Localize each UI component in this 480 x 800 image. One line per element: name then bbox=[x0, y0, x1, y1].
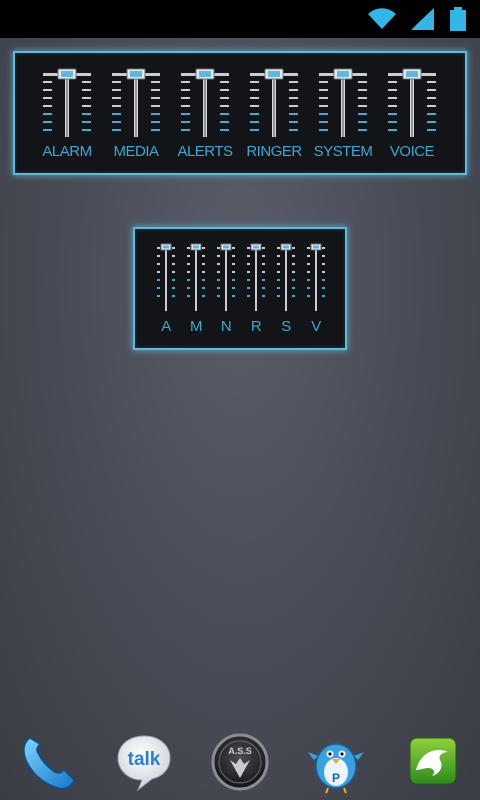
dolphin-browser-icon[interactable] bbox=[400, 730, 464, 794]
mini-slider-track[interactable] bbox=[181, 229, 211, 315]
slider-track[interactable] bbox=[311, 53, 375, 143]
wifi-icon bbox=[368, 8, 396, 30]
slider-voice[interactable]: VOICE bbox=[380, 53, 444, 173]
mini-slider-label-a: A bbox=[161, 318, 171, 335]
slider-system[interactable]: SYSTEM bbox=[311, 53, 375, 173]
mini-slider-r[interactable]: R bbox=[241, 229, 271, 348]
mini-slider-label-m: M bbox=[190, 318, 203, 335]
slider-track[interactable] bbox=[380, 53, 444, 143]
slider-label-alerts: ALERTS bbox=[177, 143, 233, 160]
bird-icon-text: P bbox=[332, 771, 340, 785]
mini-slider-label-s: S bbox=[281, 318, 291, 335]
slider-track[interactable] bbox=[104, 53, 168, 143]
mini-slider-m[interactable]: M bbox=[181, 229, 211, 348]
dock-app-phone[interactable] bbox=[16, 730, 80, 794]
mini-slider-s[interactable]: S bbox=[271, 229, 301, 348]
slider-label-alarm: ALARM bbox=[42, 143, 92, 160]
mini-slider-track[interactable] bbox=[211, 229, 241, 315]
slider-label-media: MEDIA bbox=[113, 143, 159, 160]
mini-slider-track[interactable] bbox=[271, 229, 301, 315]
talk-icon-text: talk bbox=[128, 749, 161, 770]
mini-slider-n[interactable]: N bbox=[211, 229, 241, 348]
phone-icon[interactable] bbox=[16, 730, 80, 794]
slider-label-system: SYSTEM bbox=[313, 143, 373, 160]
badge-icon-text: A.S.S bbox=[228, 746, 252, 756]
dock-app-bird[interactable]: P bbox=[304, 730, 368, 794]
slider-alarm[interactable]: ALARM bbox=[35, 53, 99, 173]
mini-slider-track[interactable] bbox=[151, 229, 181, 315]
volume-widget-large[interactable]: ALARM MEDIA ALERTS RINGER SYSTEM VOICE bbox=[13, 51, 467, 175]
slider-ringer[interactable]: RINGER bbox=[242, 53, 306, 173]
battery-icon bbox=[450, 7, 466, 31]
mini-slider-label-n: N bbox=[220, 318, 232, 335]
slider-label-voice: VOICE bbox=[389, 143, 435, 160]
bird-p-icon[interactable]: P bbox=[304, 730, 368, 794]
dock: talk A.S.S P bbox=[0, 720, 480, 800]
mini-slider-label-r: R bbox=[250, 318, 262, 335]
mini-slider-v[interactable]: V bbox=[301, 229, 331, 348]
status-bar bbox=[0, 0, 480, 38]
mini-slider-a[interactable]: A bbox=[151, 229, 181, 348]
slider-label-ringer: RINGER bbox=[246, 143, 302, 160]
slider-track[interactable] bbox=[173, 53, 237, 143]
app-badge-icon[interactable]: A.S.S bbox=[208, 730, 272, 794]
slider-alerts[interactable]: ALERTS bbox=[173, 53, 237, 173]
signal-icon bbox=[411, 8, 434, 30]
slider-media[interactable]: MEDIA bbox=[104, 53, 168, 173]
mini-slider-track[interactable] bbox=[301, 229, 331, 315]
dock-app-badge[interactable]: A.S.S bbox=[208, 730, 272, 794]
volume-widget-small[interactable]: A M N R S V bbox=[133, 227, 347, 350]
mini-slider-track[interactable] bbox=[241, 229, 271, 315]
mini-slider-label-v: V bbox=[311, 318, 321, 335]
slider-track[interactable] bbox=[242, 53, 306, 143]
slider-track[interactable] bbox=[35, 53, 99, 143]
dock-app-talk[interactable]: talk bbox=[112, 730, 176, 794]
dock-app-dolphin[interactable] bbox=[400, 730, 464, 794]
talk-icon[interactable]: talk bbox=[112, 730, 176, 794]
